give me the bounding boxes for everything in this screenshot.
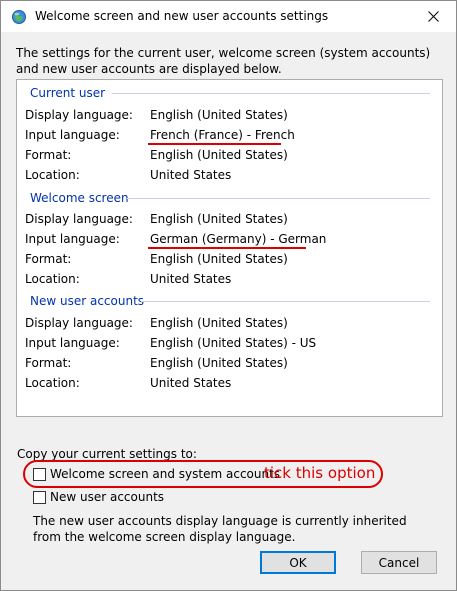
current-input-language-value: French (France) - French [150,128,295,142]
welcome-location-value: United States [150,272,232,286]
close-icon [427,11,439,22]
section-divider [112,93,430,94]
cancel-button[interactable]: Cancel [361,551,437,574]
new-display-language-value: English (United States) [150,316,288,330]
new-format-label: Format: [25,356,72,370]
ok-button[interactable]: OK [260,551,336,574]
red-underline-annotation [148,247,306,249]
current-location-label: Location: [25,168,80,182]
welcome-display-language-value: English (United States) [150,212,288,226]
new-input-language-value: English (United States) - US [150,336,317,350]
new-display-language-label: Display language: [25,316,133,330]
welcome-display-language-label: Display language: [25,212,133,226]
current-format-value: English (United States) [150,148,288,162]
section-header-welcome-screen: Welcome screen [30,191,129,205]
current-display-language-label: Display language: [25,108,133,122]
inheritance-info-text: The new user accounts display language i… [33,514,407,544]
welcome-input-language-label: Input language: [25,232,120,246]
welcome-location-label: Location: [25,272,80,286]
section-divider [141,301,430,302]
intro-text: The settings for the current user, welco… [16,46,431,76]
current-format-label: Format: [25,148,72,162]
close-button[interactable] [410,1,456,32]
current-input-language-label: Input language: [25,128,120,142]
window-title: Welcome screen and new user accounts set… [35,9,329,23]
welcome-screen-checkbox-label[interactable]: Welcome screen and system accounts [50,467,280,481]
settings-panel: Current user Display language: English (… [16,79,443,417]
new-user-accounts-checkbox-label[interactable]: New user accounts [50,490,164,504]
new-format-value: English (United States) [150,356,288,370]
copy-settings-label: Copy your current settings to: [17,447,197,461]
dialog-window: Welcome screen and new user accounts set… [0,0,457,591]
welcome-format-value: English (United States) [150,252,288,266]
welcome-input-language-value: German (Germany) - German [150,232,327,246]
welcome-format-label: Format: [25,252,72,266]
welcome-screen-checkbox-row[interactable]: Welcome screen and system accounts [33,467,280,481]
annotation-text: tick this option [264,464,376,482]
section-header-new-user-accounts: New user accounts [30,294,145,308]
red-underline-annotation [148,143,281,145]
section-header-current-user: Current user [30,86,106,100]
section-divider [127,198,430,199]
new-user-accounts-checkbox-row[interactable]: New user accounts [33,490,164,504]
current-display-language-value: English (United States) [150,108,288,122]
new-user-accounts-checkbox[interactable] [33,490,46,504]
current-location-value: United States [150,168,232,182]
new-location-value: United States [150,376,232,390]
globe-settings-icon [11,9,27,25]
welcome-screen-checkbox[interactable] [33,467,46,481]
new-location-label: Location: [25,376,80,390]
title-bar: Welcome screen and new user accounts set… [1,1,456,32]
new-input-language-label: Input language: [25,336,120,350]
